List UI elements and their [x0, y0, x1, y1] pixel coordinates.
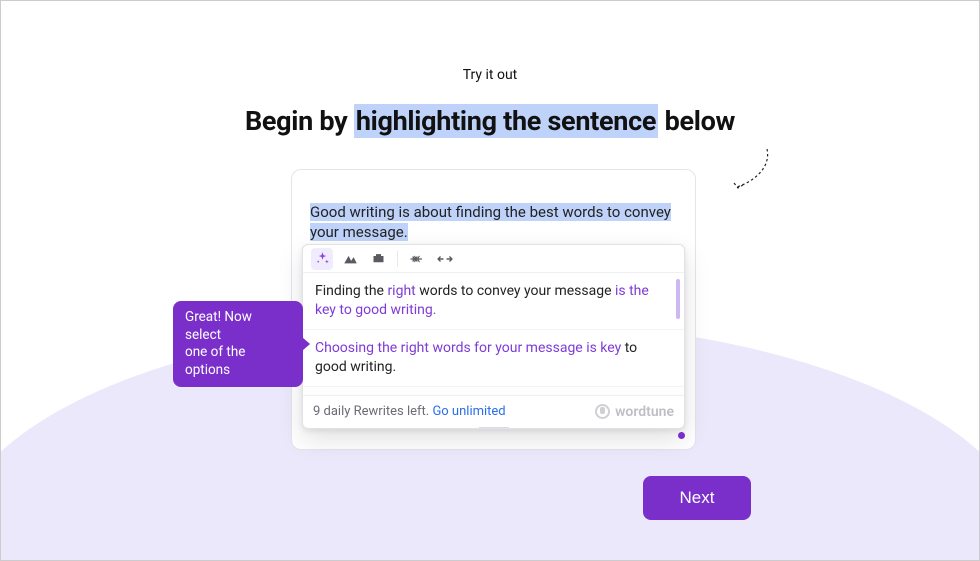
rewrite-option[interactable]: Finding the right words to convey your m… — [303, 273, 684, 330]
formal-icon[interactable] — [367, 248, 389, 270]
sparkle-icon[interactable] — [311, 248, 333, 270]
expand-icon[interactable] — [434, 248, 456, 270]
casual-icon[interactable] — [339, 248, 361, 270]
rewrite-toolbar — [303, 245, 684, 273]
try-it-label: Try it out — [1, 67, 979, 83]
shorten-icon[interactable] — [406, 248, 428, 270]
headline-post: below — [658, 105, 735, 137]
rewrites-left: 9 daily Rewrites left. Go unlimited — [313, 404, 506, 419]
resize-handle[interactable] — [479, 427, 509, 431]
page-headline: Begin by highlighting the sentence below — [1, 105, 979, 137]
next-button[interactable]: Next — [643, 476, 751, 520]
rewrite-popup: Finding the right words to convey your m… — [302, 244, 685, 429]
rewrite-option[interactable]: Choosing the right words for your messag… — [303, 330, 684, 387]
sample-sentence[interactable]: Good writing is about finding the best w… — [310, 202, 677, 243]
popup-footer: 9 daily Rewrites left. Go unlimited word… — [303, 395, 684, 428]
scrollbar[interactable] — [676, 279, 680, 319]
wordtune-logo-icon — [595, 404, 610, 419]
highlighted-text[interactable]: Good writing is about finding the best w… — [310, 203, 671, 241]
go-unlimited-link[interactable]: Go unlimited — [432, 404, 505, 419]
rewrite-option-more[interactable] — [303, 387, 684, 395]
status-dot — [678, 432, 685, 439]
headline-pre: Begin by — [245, 105, 354, 137]
brand-badge: wordtune — [595, 404, 674, 420]
curved-arrow-icon — [731, 147, 773, 197]
headline-highlight: highlighting the sentence — [354, 104, 658, 138]
rewrite-options: Finding the right words to convey your m… — [303, 273, 684, 395]
hint-tooltip: Great! Now select one of the options — [173, 301, 303, 387]
toolbar-separator — [397, 251, 398, 267]
editor-card: Good writing is about finding the best w… — [291, 169, 696, 450]
